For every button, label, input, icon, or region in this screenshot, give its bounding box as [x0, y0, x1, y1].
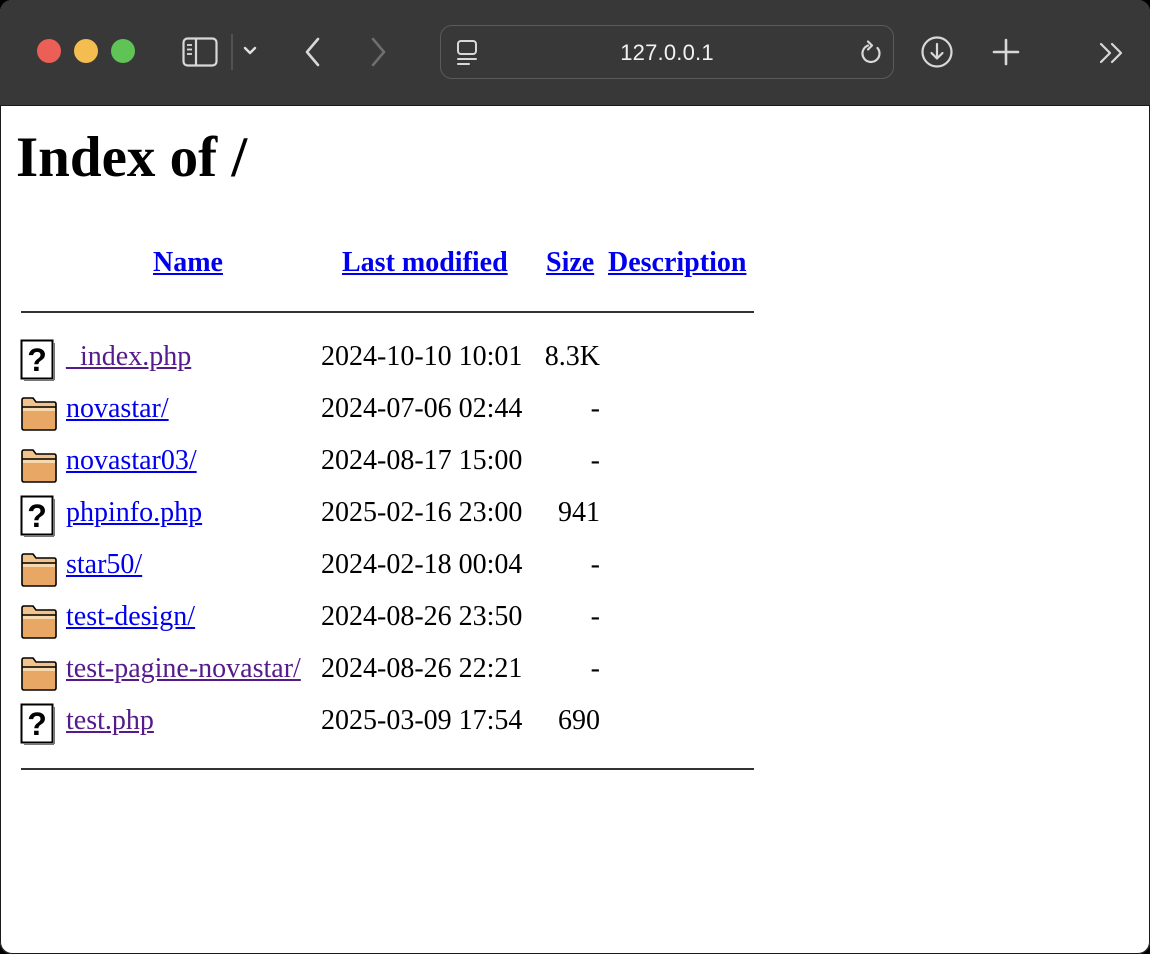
folder-icon: [20, 552, 58, 596]
bottom-divider: [21, 768, 754, 770]
unknown-file-icon: ?: [20, 495, 56, 545]
file-row: ? _index.php 2024-10-10 10:01 8.3K: [0, 339, 760, 381]
file-row: novastar03/2024-08-17 15:00 -: [0, 443, 760, 483]
last-modified-cell: 2024-08-26 23:50: [321, 601, 523, 632]
file-row: star50/2024-02-18 00:04 -: [0, 547, 760, 587]
reload-icon[interactable]: [859, 39, 885, 67]
size-cell: -: [590, 653, 600, 684]
folder-icon: [20, 604, 58, 648]
file-row: ? test.php 2025-03-09 17:54 690: [0, 703, 760, 745]
last-modified-cell: 2024-10-10 10:01: [321, 341, 523, 372]
file-link[interactable]: novastar03/: [66, 445, 197, 477]
last-modified-cell: 2025-03-09 17:54: [321, 705, 523, 736]
zoom-window-button[interactable]: [111, 39, 135, 63]
file-link[interactable]: star50/: [66, 549, 142, 581]
file-link[interactable]: test.php: [66, 705, 154, 737]
downloads-icon[interactable]: [920, 35, 954, 69]
top-divider: [21, 311, 754, 313]
address-bar[interactable]: 127.0.0.1: [440, 25, 894, 79]
file-row: ? phpinfo.php 2025-02-16 23:00 941: [0, 495, 760, 537]
folder-icon: [20, 448, 58, 492]
browser-window: 127.0.0.1 Index of / Name Last modified …: [0, 0, 1150, 954]
page-content: Index of / Name Last modified Size Descr…: [0, 106, 1150, 954]
last-modified-cell: 2025-02-16 23:00: [321, 497, 523, 528]
svg-text:?: ?: [27, 342, 47, 378]
last-modified-cell: 2024-02-18 00:04: [321, 549, 523, 580]
column-header-description[interactable]: Description: [608, 247, 746, 279]
address-text: 127.0.0.1: [620, 40, 714, 65]
folder-icon: [20, 656, 58, 700]
file-link[interactable]: novastar/: [66, 393, 169, 425]
file-link[interactable]: _index.php: [66, 341, 191, 373]
folder-icon: [20, 396, 58, 440]
sidebar-toggle-icon[interactable]: [182, 37, 218, 67]
file-link[interactable]: phpinfo.php: [66, 497, 202, 529]
column-header-size[interactable]: Size: [546, 247, 594, 279]
column-header-name[interactable]: Name: [153, 247, 223, 279]
toolbar-divider: [231, 34, 233, 70]
browser-toolbar: 127.0.0.1: [0, 0, 1150, 106]
page-title: Index of /: [16, 126, 248, 189]
file-link[interactable]: test-pagine-novastar/: [66, 653, 301, 685]
column-header-last-modified[interactable]: Last modified: [342, 247, 508, 279]
file-row: novastar/2024-07-06 02:44 -: [0, 391, 760, 431]
size-cell: -: [590, 445, 600, 476]
size-cell: 941: [558, 497, 600, 528]
chevron-double-right-icon[interactable]: [1098, 42, 1126, 64]
forward-icon[interactable]: [368, 36, 388, 68]
size-cell: -: [590, 601, 600, 632]
size-cell: 690: [558, 705, 600, 736]
file-row: test-pagine-novastar/2024-08-26 22:21 -: [0, 651, 760, 691]
last-modified-cell: 2024-08-26 22:21: [321, 653, 523, 684]
file-row: test-design/2024-08-26 23:50 -: [0, 599, 760, 639]
unknown-file-icon: ?: [20, 703, 56, 753]
back-icon[interactable]: [303, 36, 323, 68]
svg-text:?: ?: [27, 706, 47, 742]
size-cell: 8.3K: [544, 341, 600, 372]
size-cell: -: [590, 393, 600, 424]
file-link[interactable]: test-design/: [66, 601, 195, 633]
minimize-window-button[interactable]: [74, 39, 98, 63]
last-modified-cell: 2024-07-06 02:44: [321, 393, 523, 424]
new-tab-icon[interactable]: [991, 37, 1021, 67]
svg-text:?: ?: [27, 498, 47, 534]
chevron-down-icon[interactable]: [243, 46, 257, 56]
close-window-button[interactable]: [37, 39, 61, 63]
unknown-file-icon: ?: [20, 339, 56, 389]
size-cell: -: [590, 549, 600, 580]
last-modified-cell: 2024-08-17 15:00: [321, 445, 523, 476]
